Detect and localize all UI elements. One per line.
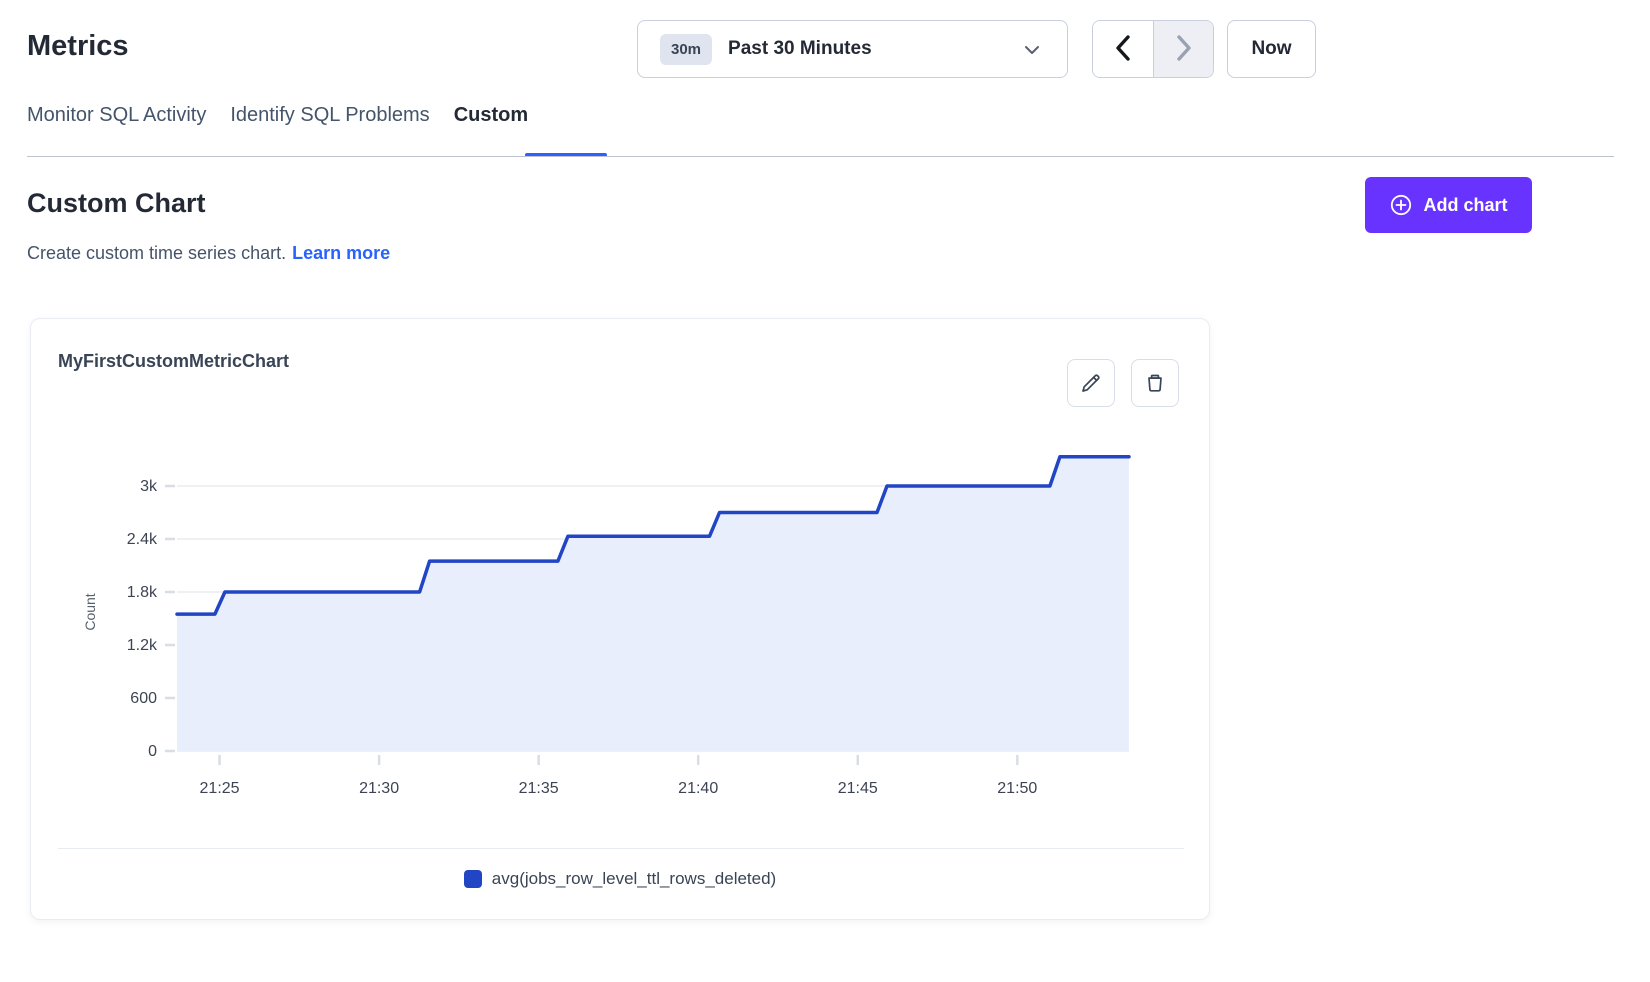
previous-time-button[interactable] bbox=[1093, 21, 1153, 77]
svg-text:21:50: 21:50 bbox=[997, 780, 1037, 797]
svg-text:0: 0 bbox=[148, 743, 157, 760]
tab-monitor-sql-activity[interactable]: Monitor SQL Activity bbox=[27, 104, 206, 153]
legend-color-swatch bbox=[464, 870, 482, 888]
svg-text:21:25: 21:25 bbox=[200, 780, 240, 797]
chart-title: MyFirstCustomMetricChart bbox=[58, 351, 289, 372]
section-description: Create custom time series chart.Learn mo… bbox=[27, 243, 390, 264]
page-title: Metrics bbox=[27, 30, 129, 63]
legend-series-label: avg(jobs_row_level_ttl_rows_deleted) bbox=[492, 869, 776, 889]
time-range-label: Past 30 Minutes bbox=[728, 38, 872, 60]
chart-legend: avg(jobs_row_level_ttl_rows_deleted) bbox=[31, 869, 1209, 889]
time-series-chart-area[interactable]: 0 600 1.2k 1.8k 2.4k 3k 21:25 21:30 21:35 21:40 21… bbox=[31, 411, 1211, 801]
add-chart-button[interactable]: Add chart bbox=[1365, 177, 1532, 233]
svg-text:21:35: 21:35 bbox=[519, 780, 559, 797]
next-time-button[interactable] bbox=[1153, 21, 1213, 77]
svg-text:Count: Count bbox=[82, 593, 98, 630]
custom-chart-card: MyFirstCustomMetricChart bbox=[30, 318, 1210, 920]
svg-text:21:40: 21:40 bbox=[678, 780, 718, 797]
chart-actions bbox=[1067, 359, 1179, 407]
svg-text:1.8k: 1.8k bbox=[127, 584, 158, 601]
add-chart-label: Add chart bbox=[1423, 195, 1507, 216]
chevron-left-icon bbox=[1113, 34, 1133, 65]
time-range-dropdown[interactable]: 30m Past 30 Minutes bbox=[637, 20, 1068, 78]
edit-chart-button[interactable] bbox=[1067, 359, 1115, 407]
learn-more-link[interactable]: Learn more bbox=[292, 243, 390, 263]
tabs-divider bbox=[27, 156, 1614, 157]
tab-custom[interactable]: Custom bbox=[454, 104, 528, 153]
svg-text:600: 600 bbox=[130, 690, 157, 707]
svg-text:1.2k: 1.2k bbox=[127, 637, 158, 654]
svg-text:21:45: 21:45 bbox=[838, 780, 878, 797]
chevron-down-icon bbox=[1023, 43, 1041, 62]
delete-chart-button[interactable] bbox=[1131, 359, 1179, 407]
legend-separator bbox=[58, 848, 1184, 849]
metrics-tabs: Monitor SQL Activity Identify SQL Proble… bbox=[27, 104, 528, 153]
section-heading: Custom Chart bbox=[27, 188, 206, 219]
svg-text:2.4k: 2.4k bbox=[127, 531, 158, 548]
pencil-icon bbox=[1079, 371, 1103, 395]
svg-text:21:30: 21:30 bbox=[359, 780, 399, 797]
trash-icon bbox=[1143, 371, 1167, 395]
time-range-badge: 30m bbox=[660, 34, 712, 65]
time-step-controls bbox=[1092, 20, 1214, 78]
tab-identify-sql-problems[interactable]: Identify SQL Problems bbox=[230, 104, 429, 153]
plus-circle-icon bbox=[1389, 193, 1413, 217]
chevron-right-icon bbox=[1174, 34, 1194, 65]
metrics-page: Metrics 30m Past 30 Minutes Now Monitor … bbox=[0, 0, 1650, 982]
svg-text:3k: 3k bbox=[140, 478, 158, 495]
now-button[interactable]: Now bbox=[1227, 20, 1316, 78]
